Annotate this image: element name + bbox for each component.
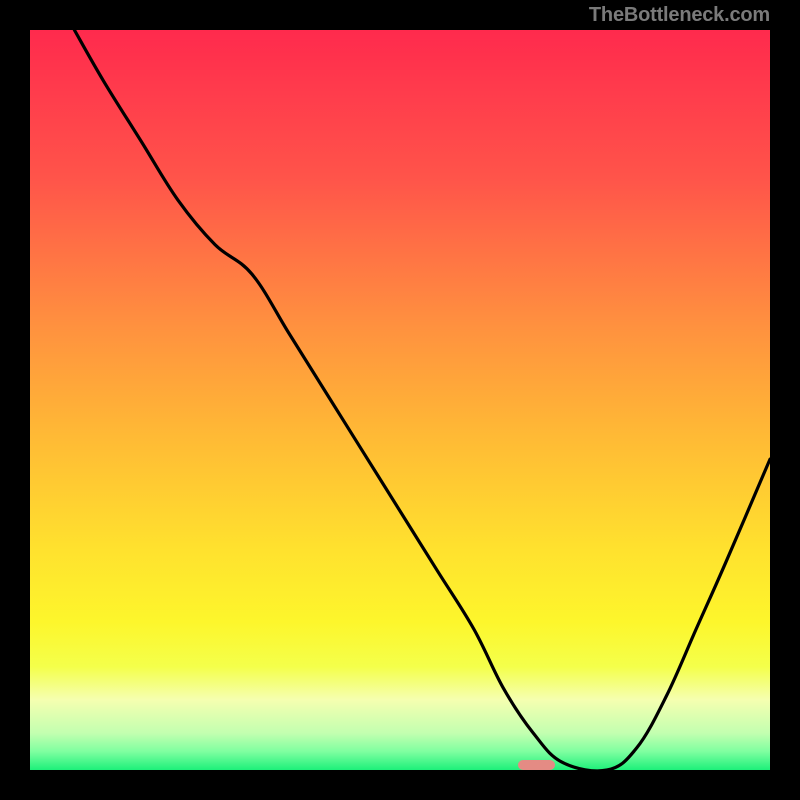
- outer-frame: TheBottleneck.com: [0, 0, 800, 800]
- curve: [30, 30, 770, 770]
- attribution-text: TheBottleneck.com: [589, 4, 770, 27]
- plot-area: [30, 30, 770, 770]
- minimum-marker: [518, 760, 555, 770]
